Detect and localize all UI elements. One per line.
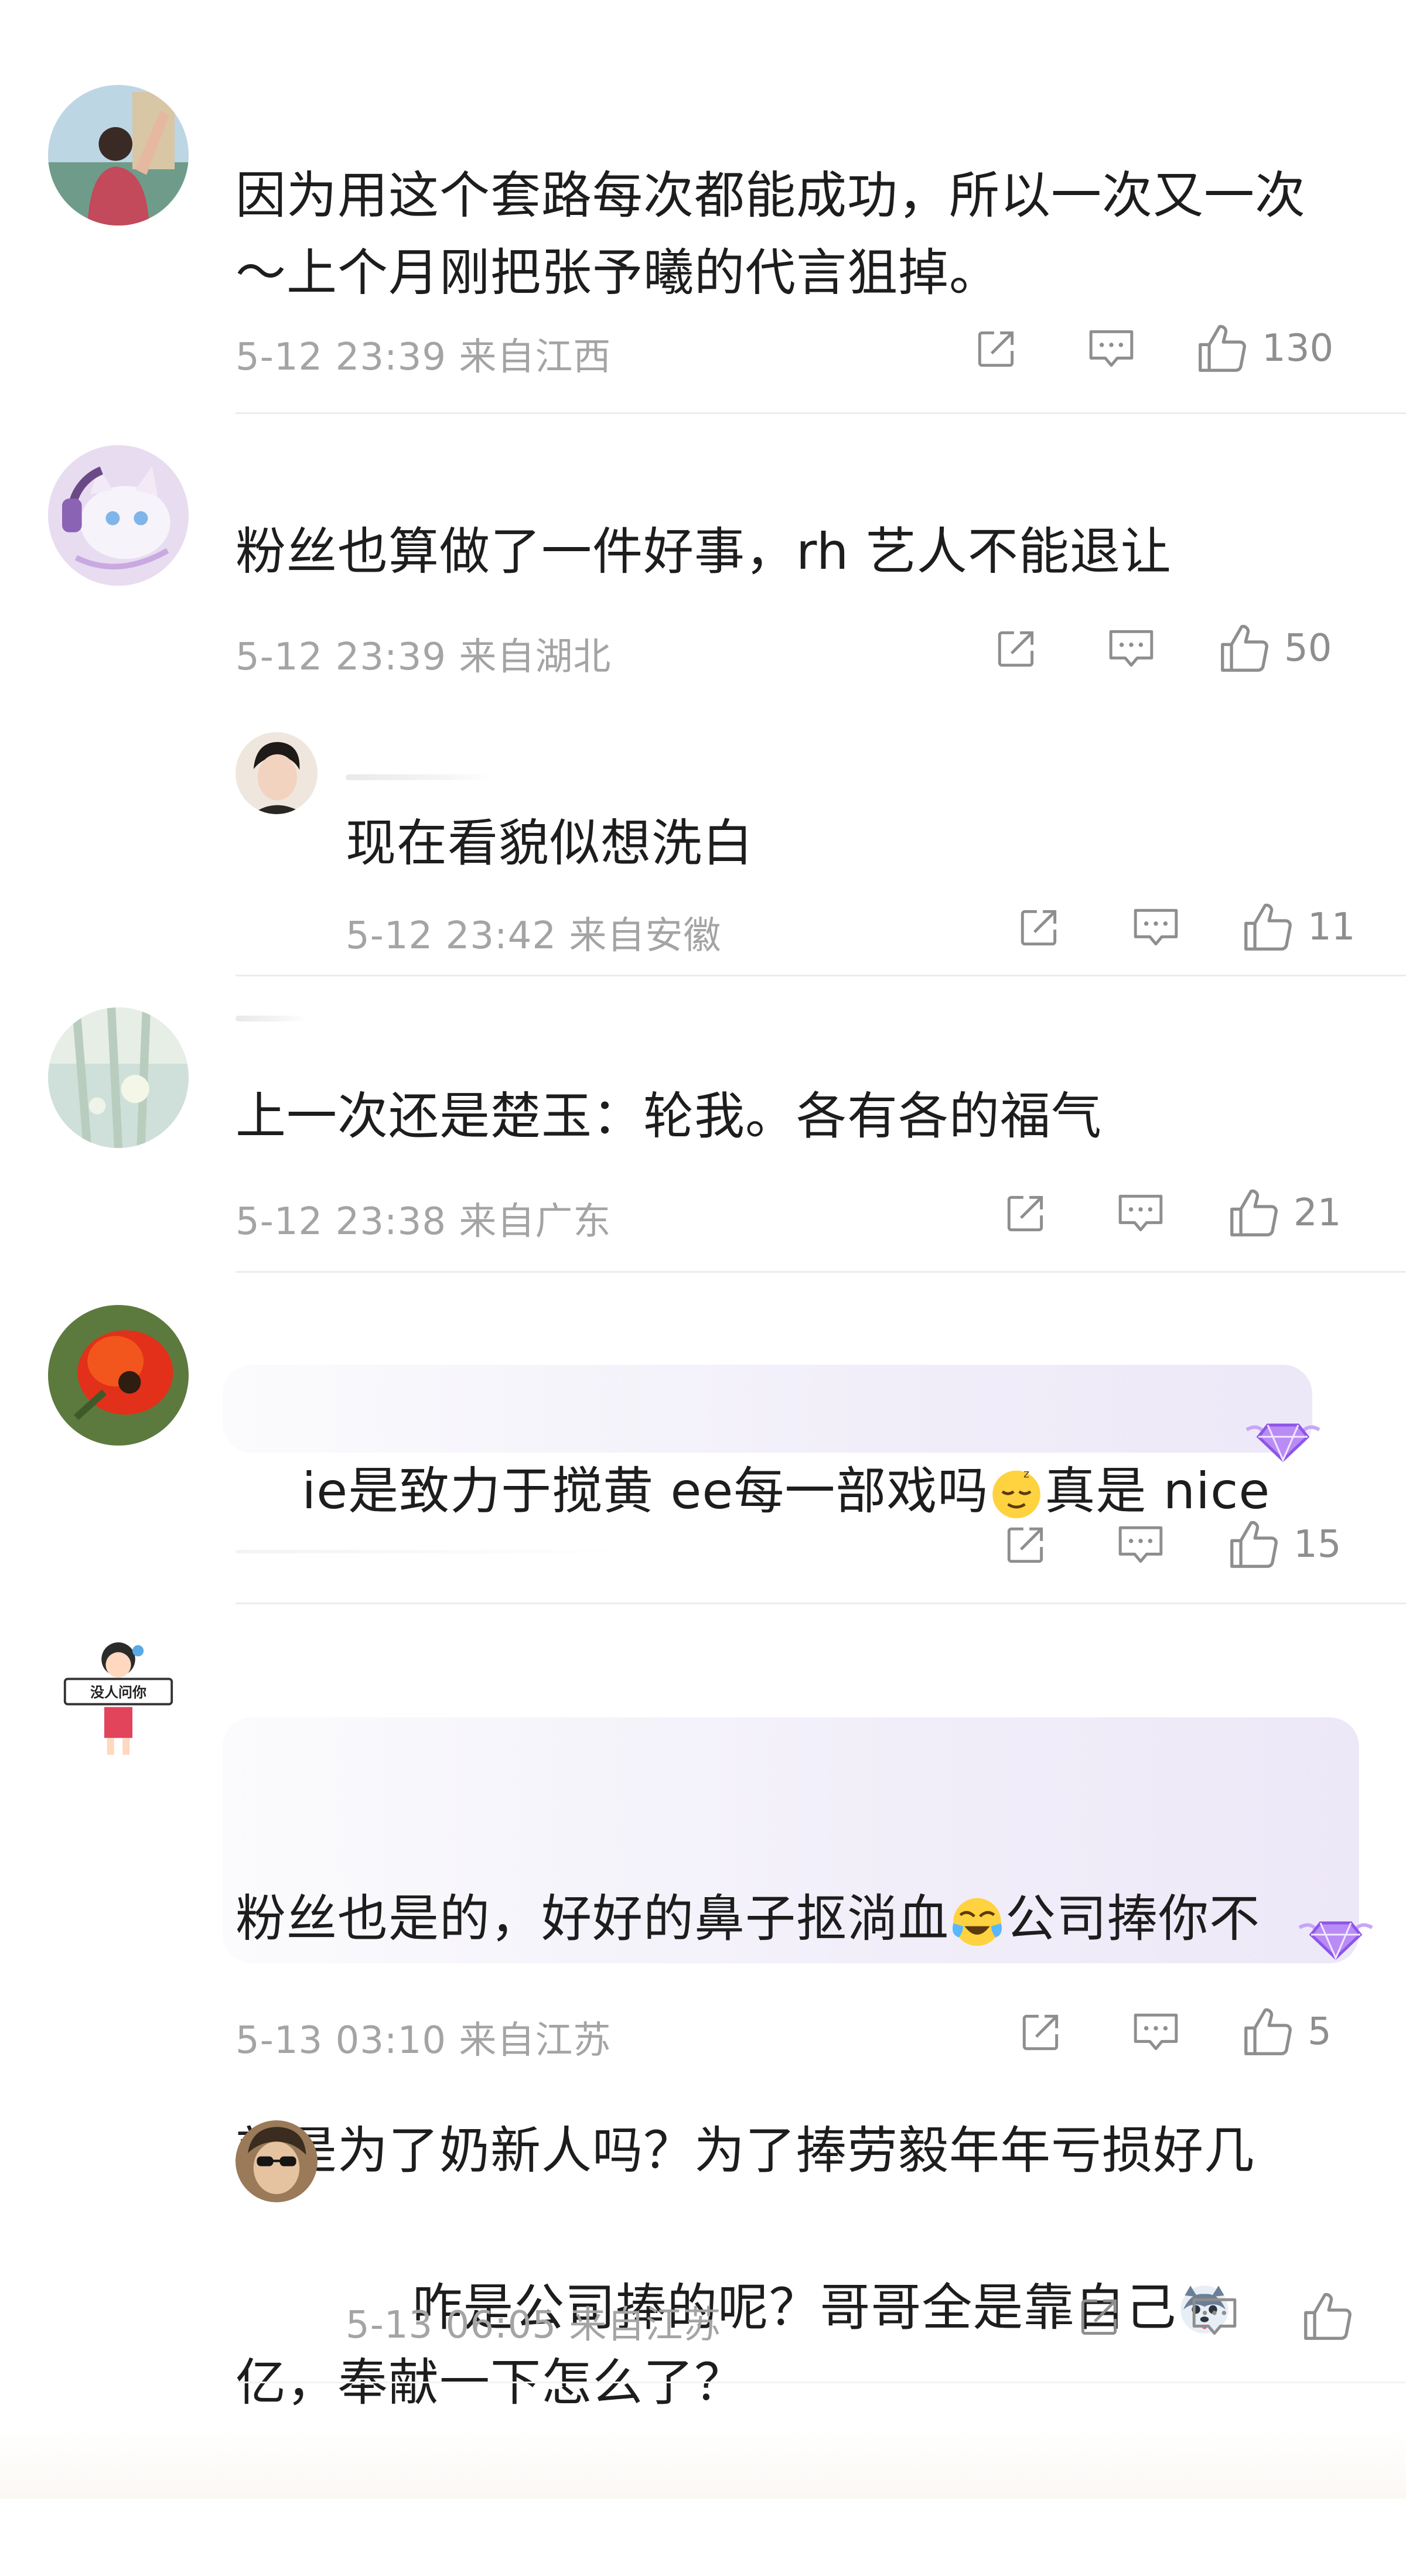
like-button[interactable]: 5 (1241, 2006, 1332, 2058)
crying-laughing-emoji-icon (953, 1898, 1002, 1946)
comment-icon (1089, 330, 1134, 367)
username-placeholder (346, 774, 492, 780)
avatar-photo-icon (48, 85, 189, 226)
avatar-sunglasses-icon (236, 2120, 318, 2202)
comment-icon (1134, 908, 1178, 946)
avatar-scenery-icon (48, 1007, 189, 1148)
thumbs-up-icon (1221, 624, 1268, 672)
reply-button[interactable] (1189, 2290, 1240, 2343)
share-button[interactable] (992, 622, 1040, 675)
share-icon (1081, 2299, 1117, 2335)
comment-text: 现在看貌似想洗白 (346, 814, 753, 873)
divider (236, 1271, 1406, 1273)
thumbs-up-icon (1230, 1521, 1278, 1568)
comment-text-part: 粉丝也是的，好好的鼻子抠淌血 (236, 1890, 949, 1948)
reply-button[interactable] (1086, 322, 1137, 375)
share-button[interactable] (1017, 2006, 1065, 2058)
comment-text-part: 真是 nice (1045, 1462, 1271, 1521)
share-icon (1007, 1195, 1043, 1232)
share-button[interactable] (972, 322, 1021, 375)
like-count: 15 (1294, 1523, 1342, 1566)
username-placeholder (236, 1550, 628, 1553)
like-count: 5 (1308, 2010, 1332, 2054)
comment-icon (1118, 1194, 1163, 1232)
divider (236, 1603, 1406, 1604)
comment-meta: 5-12 23:39 来自湖北 (236, 636, 612, 679)
like-count: 21 (1294, 1191, 1342, 1235)
comment-meta: 5-12 23:39 来自江西 (236, 336, 612, 379)
like-count: 50 (1284, 627, 1332, 670)
share-icon (998, 631, 1034, 667)
reply-button[interactable] (1106, 622, 1156, 675)
like-button[interactable]: 15 (1227, 1518, 1341, 1571)
diamond-badge-icon (1298, 1921, 1373, 1960)
comment-text-part: 公司捧你不 (1005, 1890, 1260, 1948)
share-button[interactable] (1002, 1518, 1050, 1571)
comment-text: 粉丝也算做了一件好事，rh 艺人不能退让 (236, 522, 1172, 581)
divider (236, 2382, 1406, 2383)
like-button[interactable]: 11 (1241, 901, 1355, 954)
share-button[interactable] (1015, 901, 1063, 954)
share-icon (1021, 910, 1057, 946)
share-icon (1007, 1527, 1043, 1563)
thumbs-up-icon (1244, 903, 1292, 951)
username-placeholder (236, 1016, 306, 1021)
like-button[interactable]: 130 (1195, 322, 1333, 375)
comment-icon (1134, 2013, 1178, 2051)
reply-button[interactable] (1131, 901, 1181, 954)
bottom-fade (0, 2431, 1406, 2499)
like-button[interactable]: 50 (1217, 622, 1332, 675)
comment-meta: 5-13 03:10 来自江苏 (236, 2019, 612, 2062)
comment-icon (1192, 2298, 1237, 2335)
svg-text:没人问你: 没人问你 (90, 1685, 146, 1701)
thumbs-up-icon (1199, 324, 1246, 372)
like-count: 11 (1308, 906, 1356, 949)
avatar[interactable] (48, 445, 189, 586)
reply-button[interactable] (1115, 1187, 1166, 1239)
comment-meta: 5-13 06:05 来自江苏 (346, 2304, 722, 2347)
share-button[interactable] (1076, 2290, 1124, 2343)
avatar[interactable] (236, 2120, 318, 2202)
like-button[interactable] (1301, 2290, 1367, 2343)
avatar-flower-icon (48, 1305, 189, 1446)
divider (236, 975, 1406, 976)
comment-text-part: ie是致力于搅黄 ee每一部戏吗 (302, 1462, 989, 1521)
share-button[interactable] (1002, 1187, 1050, 1239)
share-icon (978, 331, 1014, 367)
svg-text:z: z (1023, 1467, 1030, 1481)
thumbs-up-icon (1304, 2293, 1352, 2340)
comment-text-line: 就是为了奶新人吗？为了捧劳毅年年亏损好几 (236, 2121, 1255, 2180)
comment-text: ie是致力于搅黄 ee每一部戏吗 z 真是 nice (236, 1375, 1378, 1607)
avatar[interactable] (48, 1007, 189, 1148)
avatar[interactable] (48, 1305, 189, 1446)
diamond-badge-icon (1245, 1423, 1320, 1463)
reply-button[interactable] (1131, 2006, 1181, 2058)
comment-meta: 5-12 23:38 来自广东 (236, 1200, 612, 1243)
avatar[interactable] (236, 732, 318, 814)
comment-meta: 5-12 23:42 来自安徽 (346, 914, 722, 958)
thumbs-up-icon (1244, 2008, 1292, 2055)
divider (236, 412, 1406, 414)
avatar-cat-icon (48, 445, 189, 586)
comment-icon (1109, 630, 1154, 667)
comment-text: 上一次还是楚玉：轮我。各有各的福气 (236, 1087, 1102, 1146)
comment-text: 因为用这个套路每次都能成功，所以一次又一次 ～上个月刚把张予曦的代言狙掉。 (236, 166, 1306, 302)
share-icon (1022, 2014, 1059, 2051)
like-count: 130 (1262, 327, 1334, 370)
sleepy-emoji-icon: z (992, 1467, 1041, 1519)
avatar[interactable]: 没人问你 (48, 1628, 189, 1769)
like-button[interactable]: 21 (1227, 1187, 1341, 1239)
avatar[interactable] (48, 85, 189, 226)
avatar-portrait-icon (236, 732, 318, 814)
thumbs-up-icon (1230, 1189, 1278, 1236)
avatar-sign-girl-icon: 没人问你 (48, 1628, 189, 1769)
reply-button[interactable] (1115, 1518, 1166, 1571)
comment-icon (1118, 1526, 1163, 1563)
